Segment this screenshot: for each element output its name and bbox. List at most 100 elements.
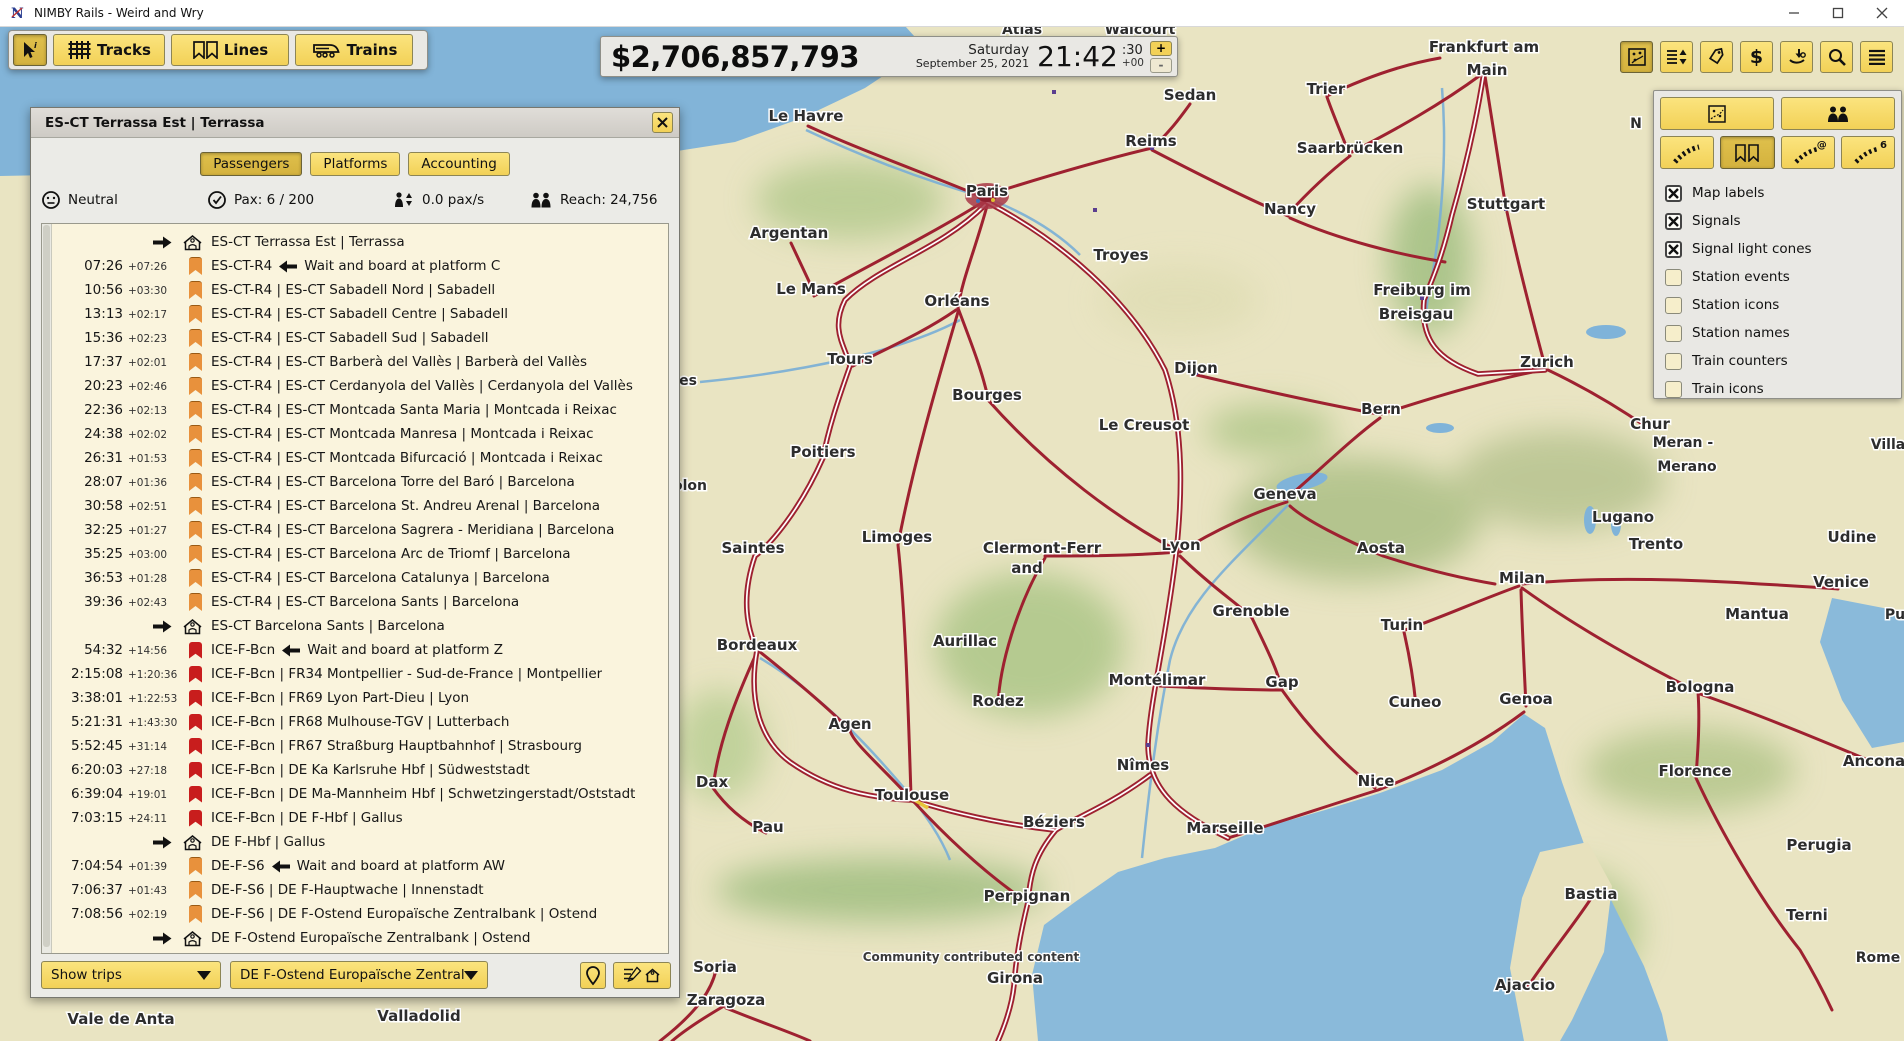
search-button[interactable] xyxy=(1820,41,1853,73)
stop-row[interactable]: 26:31+01:53ES-CT-R4 | ES-CT Montcada Bif… xyxy=(55,446,666,470)
arrow-left-icon xyxy=(282,644,300,657)
stop-row[interactable]: 22:36+02:13ES-CT-R4 | ES-CT Montcada San… xyxy=(55,398,666,422)
station-header-row[interactable]: ES-CT Terrassa Est | Terrassa xyxy=(55,230,666,254)
stop-label: DE-F-S6 | DE F-Hauptwache | Innenstadt xyxy=(211,882,484,898)
line-badge-icon xyxy=(189,329,202,347)
stop-row[interactable]: 17:37+02:01ES-CT-R4 | ES-CT Barberà del … xyxy=(55,350,666,374)
wait-row[interactable]: 54:32+14:56ICE-F-BcnWait and board at pl… xyxy=(55,638,666,662)
locate-on-map-button[interactable] xyxy=(580,962,606,989)
stop-row[interactable]: 13:13+02:17ES-CT-R4 | ES-CT Sabadell Cen… xyxy=(55,302,666,326)
checkbox-unchecked-icon[interactable] xyxy=(1665,325,1682,342)
stop-delta: +01:39 xyxy=(123,859,173,873)
option-train-icons[interactable]: Train icons xyxy=(1665,375,1895,403)
stop-row[interactable]: 6:39:04+19:01ICE-F-Bcn | DE Ma-Mannheim … xyxy=(55,782,666,806)
map-label: Aurillac xyxy=(933,632,997,650)
station-header-row[interactable]: DE F-Hbf | Gallus xyxy=(55,830,666,854)
stop-delta: +02:19 xyxy=(123,907,173,921)
tags-button[interactable] xyxy=(1700,41,1733,73)
checkbox-unchecked-icon[interactable] xyxy=(1665,353,1682,370)
close-window-button[interactable] xyxy=(1860,0,1904,26)
mood-label: Neutral xyxy=(68,192,118,208)
option-signal-light-cones[interactable]: Signal light cones xyxy=(1665,235,1895,263)
stop-row[interactable]: 35:25+03:00ES-CT-R4 | ES-CT Barcelona Ar… xyxy=(55,542,666,566)
wait-row[interactable]: 7:04:54+01:39DE-F-S6Wait and board at pl… xyxy=(55,854,666,878)
edit-station-button[interactable] xyxy=(613,962,671,989)
map-overlay-button[interactable] xyxy=(1660,97,1774,130)
station-select-dropdown[interactable]: DE F-Ostend Europaïsche Zentralba xyxy=(230,961,488,989)
stop-label: ES-CT-R4 | ES-CT Montcada Manresa | Mont… xyxy=(211,426,594,442)
trains-button[interactable]: Trains xyxy=(295,34,413,66)
select-tool-button[interactable]: i xyxy=(13,34,47,66)
tab-platforms[interactable]: Platforms xyxy=(310,152,400,176)
checkbox-checked-icon[interactable] xyxy=(1665,185,1682,202)
checkbox-unchecked-icon[interactable] xyxy=(1665,381,1682,398)
map-label: Bern xyxy=(1361,400,1401,418)
checkbox-checked-icon[interactable] xyxy=(1665,241,1682,258)
stop-row[interactable]: 6:20:03+27:18ICE-F-Bcn | DE Ka Karlsruhe… xyxy=(55,758,666,782)
map-label: Ajaccio xyxy=(1495,976,1555,994)
stop-row[interactable]: 30:58+02:51ES-CT-R4 | ES-CT Barcelona St… xyxy=(55,494,666,518)
menu-button[interactable] xyxy=(1860,41,1893,73)
option-station-events[interactable]: Station events xyxy=(1665,263,1895,291)
main-toolbar: i Tracks Lines Tra xyxy=(8,30,428,70)
stop-row[interactable]: 7:06:37+01:43DE-F-S6 | DE F-Hauptwache |… xyxy=(55,878,666,902)
tab-passengers[interactable]: Passengers xyxy=(200,152,302,176)
option-signals[interactable]: Signals xyxy=(1665,207,1895,235)
stop-row[interactable]: 15:36+02:23ES-CT-R4 | ES-CT Sabadell Sud… xyxy=(55,326,666,350)
tab-accounting[interactable]: Accounting xyxy=(408,152,509,176)
time-speed-up-button[interactable]: + xyxy=(1150,41,1172,56)
overlay-stamp-button[interactable] xyxy=(1620,41,1653,73)
line-name: ES-CT-R4 xyxy=(211,258,272,274)
option-station-icons[interactable]: Station icons xyxy=(1665,291,1895,319)
stop-row[interactable]: 5:21:31+1:43:30ICE-F-Bcn | FR68 Mulhouse… xyxy=(55,710,666,734)
map-label: Bastia xyxy=(1565,885,1618,903)
checkbox-unchecked-icon[interactable] xyxy=(1665,297,1682,314)
minimize-button[interactable] xyxy=(1772,0,1816,26)
station-window-titlebar[interactable]: ES-CT Terrassa Est | Terrassa xyxy=(31,108,679,138)
steam-workshop-button[interactable] xyxy=(1780,41,1813,73)
tracks-button[interactable]: Tracks xyxy=(53,34,165,66)
tracks-view-button[interactable] xyxy=(1660,136,1714,169)
stop-delta: +03:30 xyxy=(123,283,173,297)
stop-row[interactable]: 7:08:56+02:19DE-F-S6 | DE F-Ostend Europ… xyxy=(55,902,666,926)
station-header-row[interactable]: DE F-Ostend Europaïsche Zentralbank | Os… xyxy=(55,926,666,950)
stop-row[interactable]: 36:53+01:28ES-CT-R4 | ES-CT Barcelona Ca… xyxy=(55,566,666,590)
maximize-button[interactable] xyxy=(1816,0,1860,26)
stop-label: ICE-F-Bcn | DE F-Hbf | Gallus xyxy=(211,810,403,826)
option-train-counters[interactable]: Train counters xyxy=(1665,347,1895,375)
option-station-names[interactable]: Station names xyxy=(1665,319,1895,347)
stop-row[interactable]: 2:15:08+1:20:36ICE-F-Bcn | FR34 Montpell… xyxy=(55,662,666,686)
rate-status: 0.0 pax/s xyxy=(393,187,484,213)
stop-time: 5:21:31 xyxy=(55,714,123,730)
station-header-row[interactable]: ES-CT Barcelona Sants | Barcelona xyxy=(55,614,666,638)
stop-row[interactable]: 3:38:01+1:22:53ICE-F-Bcn | FR69 Lyon Par… xyxy=(55,686,666,710)
stop-row[interactable]: 39:36+02:43ES-CT-R4 | ES-CT Barcelona Sa… xyxy=(55,590,666,614)
option-map-labels[interactable]: Map labels xyxy=(1665,179,1895,207)
stop-time: 20:23 xyxy=(55,378,123,394)
time-speed-down-button[interactable]: - xyxy=(1150,58,1172,73)
stop-row[interactable]: 28:07+01:36ES-CT-R4 | ES-CT Barcelona To… xyxy=(55,470,666,494)
map-label: Agen xyxy=(828,715,871,733)
stop-row[interactable]: 32:25+01:27ES-CT-R4 | ES-CT Barcelona Sa… xyxy=(55,518,666,542)
lines-button[interactable]: Lines xyxy=(171,34,289,66)
finances-button[interactable]: $ xyxy=(1740,41,1773,73)
passengers-overlay-button[interactable] xyxy=(1781,97,1895,130)
stop-row[interactable]: 24:38+02:02ES-CT-R4 | ES-CT Montcada Man… xyxy=(55,422,666,446)
schedule-sort-button[interactable] xyxy=(1660,41,1693,73)
stop-row[interactable]: 7:03:15+24:11ICE-F-Bcn | DE F-Hbf | Gall… xyxy=(55,806,666,830)
checkbox-checked-icon[interactable] xyxy=(1665,213,1682,230)
trip-list-scrollbar[interactable] xyxy=(42,224,52,953)
checkbox-unchecked-icon[interactable] xyxy=(1665,269,1682,286)
line-badge-icon xyxy=(189,881,202,899)
trips-dropdown[interactable]: Show trips xyxy=(41,961,221,989)
stop-row[interactable]: 10:56+03:30ES-CT-R4 | ES-CT Sabadell Nor… xyxy=(55,278,666,302)
track-routes-view-button[interactable]: 6 xyxy=(1841,136,1895,169)
lines-view-button[interactable] xyxy=(1720,136,1774,169)
stop-label: ES-CT-R4 | ES-CT Sabadell Nord | Sabadel… xyxy=(211,282,495,298)
close-station-window-button[interactable] xyxy=(652,112,673,133)
stop-row[interactable]: 20:23+02:46ES-CT-R4 | ES-CT Cerdanyola d… xyxy=(55,374,666,398)
track-signals-view-button[interactable]: @ xyxy=(1781,136,1835,169)
wait-row[interactable]: 07:26+07:26ES-CT-R4Wait and board at pla… xyxy=(55,254,666,278)
map-label: Stuttgart xyxy=(1467,195,1545,213)
stop-row[interactable]: 5:52:45+31:14ICE-F-Bcn | FR67 Straßburg … xyxy=(55,734,666,758)
